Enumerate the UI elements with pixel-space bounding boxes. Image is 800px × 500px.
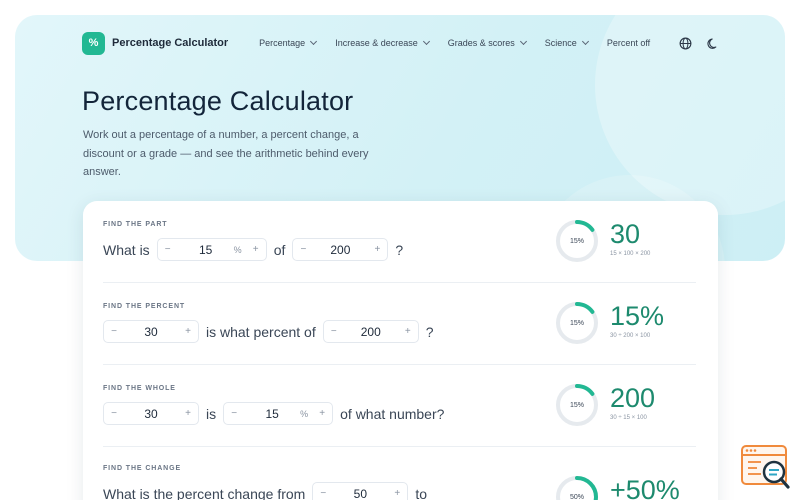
nav-actions	[666, 34, 722, 52]
chevron-down-icon	[310, 37, 318, 46]
nav-item-label: Percentage	[259, 38, 306, 48]
sentence-text: to	[415, 485, 428, 500]
progress-ring: 50%	[555, 475, 599, 500]
stepper-value[interactable]: 15	[178, 243, 234, 257]
row-label: FIND THE PART	[103, 221, 168, 228]
result-formula: 30 ÷ 200 × 100	[610, 333, 651, 339]
stepper-value[interactable]: 30	[124, 407, 178, 421]
row-divider	[103, 446, 696, 447]
percent-stepper[interactable]: − 15 % +	[223, 402, 334, 425]
decrement-button[interactable]: −	[158, 244, 178, 255]
nav-item-percent-off[interactable]: Percent off	[607, 38, 650, 48]
decrement-button[interactable]: −	[324, 326, 344, 337]
number-stepper[interactable]: − 50 +	[312, 482, 409, 500]
globe-icon[interactable]	[676, 34, 694, 52]
increment-button[interactable]: +	[178, 326, 198, 337]
calculator-row-find-change: FIND THE CHANGE What is the percent chan…	[103, 465, 696, 500]
sentence-text: ?	[395, 241, 404, 258]
percent-stepper[interactable]: − 15 % +	[156, 238, 267, 261]
chevron-down-icon	[422, 37, 430, 46]
nav-item-label: Percent off	[606, 38, 651, 48]
result-value: 30	[610, 219, 641, 249]
increment-button[interactable]: +	[178, 408, 198, 419]
progress-ring: 15%	[555, 383, 599, 427]
nav-item-label: Grades & scores	[447, 38, 515, 48]
result-panel: 15% 15% 30 ÷ 200 × 100	[555, 301, 664, 345]
calculator-row-find-percent: FIND THE PERCENT − 30 + is what percent …	[103, 301, 696, 363]
nav-item-label: Science	[544, 38, 577, 48]
stepper-unit: %	[300, 408, 309, 419]
logo-icon[interactable]: %	[82, 31, 105, 55]
result-formula: 15 × 100 × 200	[610, 251, 651, 257]
result-panel: 50% +50%	[555, 475, 680, 500]
sentence-text: What is	[103, 241, 150, 258]
stepper-value[interactable]: 200	[313, 243, 367, 257]
progress-ring-label: 15%	[569, 401, 584, 409]
sentence-text: of	[273, 241, 286, 258]
increment-button[interactable]: +	[312, 408, 332, 419]
moon-icon[interactable]	[704, 34, 722, 52]
row-divider	[103, 364, 696, 365]
result-value: 200	[610, 383, 656, 413]
calculator-sentence: − 30 + is what percent of − 200 + ?	[103, 320, 441, 343]
progress-ring-label: 50%	[569, 493, 584, 500]
sentence-text: ?	[425, 323, 434, 340]
sentence-text: of what number?	[340, 405, 445, 422]
brand-name[interactable]: Percentage Calculator	[112, 37, 228, 49]
result-value: +50%	[610, 475, 680, 500]
stepper-value[interactable]: 30	[124, 325, 178, 339]
row-label: FIND THE PERCENT	[103, 303, 186, 310]
calculator-sentence: What is the percent change from − 50 + t…	[103, 482, 434, 500]
progress-ring-label: 15%	[569, 237, 584, 245]
calculator-sentence: What is − 15 % + of − 200 + ?	[103, 238, 410, 261]
result-panel: 15% 30 15 × 100 × 200	[555, 219, 650, 263]
chevron-down-icon	[519, 37, 527, 46]
calculator-card: FIND THE PART What is − 15 % + of − 200 …	[83, 201, 718, 500]
calculator-sentence: − 30 + is − 15 % + of what number?	[103, 402, 451, 425]
calculator-row-find-whole: FIND THE WHOLE − 30 + is − 15 % + of wha…	[103, 383, 696, 445]
number-stepper[interactable]: − 200 +	[322, 320, 419, 343]
sentence-text: is	[206, 405, 217, 422]
top-nav: % Percentage Calculator Percentage Incre…	[82, 30, 722, 56]
nav-menu: Percentage Increase & decrease Grades & …	[259, 37, 669, 48]
progress-ring: 15%	[555, 301, 599, 345]
nav-item-increase-decrease[interactable]: Increase & decrease	[335, 37, 430, 48]
result-value: 15%	[610, 301, 665, 331]
row-label: FIND THE WHOLE	[103, 385, 176, 392]
stepper-unit: %	[233, 244, 242, 255]
stepper-value[interactable]: 200	[344, 325, 398, 339]
nav-item-grades-scores[interactable]: Grades & scores	[447, 37, 527, 48]
sentence-text: is what percent of	[206, 323, 316, 340]
increment-button[interactable]: +	[367, 244, 387, 255]
row-divider	[103, 282, 696, 283]
increment-button[interactable]: +	[387, 488, 407, 499]
decrement-button[interactable]: −	[104, 408, 124, 419]
result-panel: 15% 200 30 ÷ 15 × 100	[555, 383, 655, 427]
number-stepper[interactable]: − 200 +	[292, 238, 389, 261]
result-formula: 30 ÷ 15 × 100	[610, 415, 647, 421]
row-label: FIND THE CHANGE	[103, 465, 182, 472]
number-stepper[interactable]: − 30 +	[103, 320, 199, 343]
increment-button[interactable]: +	[246, 244, 266, 255]
decrement-button[interactable]: −	[224, 408, 244, 419]
page-subtitle: Work out a percentage of a number, a per…	[83, 129, 369, 178]
progress-ring: 15%	[555, 219, 599, 263]
nav-item-science[interactable]: Science	[544, 37, 589, 48]
increment-button[interactable]: +	[398, 326, 418, 337]
stepper-value[interactable]: 15	[244, 407, 300, 421]
progress-ring-label: 15%	[569, 319, 584, 327]
number-stepper[interactable]: − 30 +	[103, 402, 199, 425]
chevron-down-icon	[581, 37, 589, 46]
decrement-button[interactable]: −	[293, 244, 313, 255]
page-title: Percentage Calculator	[82, 86, 354, 116]
nav-item-label: Increase & decrease	[335, 38, 418, 48]
nav-item-percentage[interactable]: Percentage	[259, 37, 318, 48]
sentence-text: What is the percent change from	[103, 485, 306, 500]
decrement-button[interactable]: −	[313, 488, 333, 499]
stepper-value[interactable]: 50	[333, 487, 387, 500]
decrement-button[interactable]: −	[104, 326, 124, 337]
help-search-icon[interactable]	[741, 445, 791, 491]
calculator-row-find-part: FIND THE PART What is − 15 % + of − 200 …	[103, 219, 696, 281]
